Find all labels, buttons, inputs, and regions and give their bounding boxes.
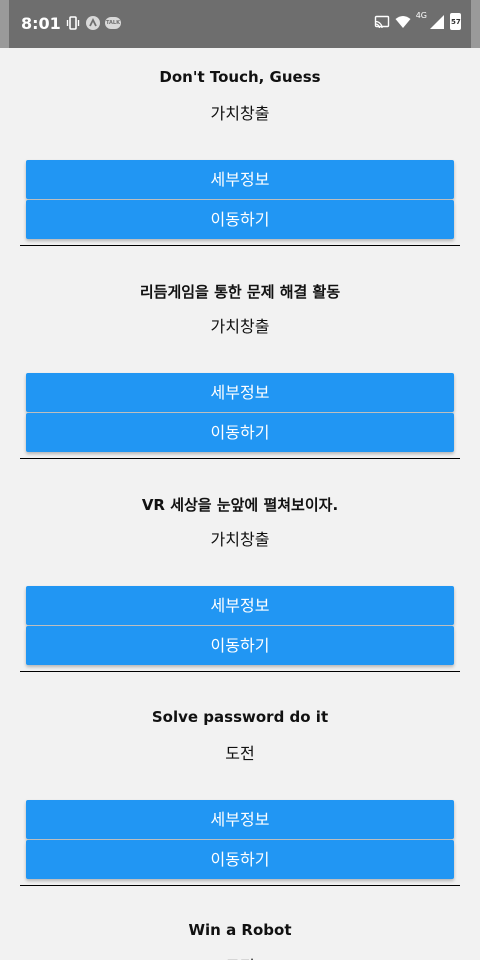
activity-title: Solve password do it	[151, 708, 329, 726]
activity-category: 도전	[9, 953, 471, 960]
detail-button[interactable]: 세부정보	[26, 800, 454, 839]
activity-category: 가치창출	[210, 530, 270, 549]
activity-title: Win a Robot	[188, 921, 292, 939]
wifi-icon	[395, 14, 411, 30]
status-bar: 8:01 TALK 4G 57	[0, 0, 480, 48]
detail-button[interactable]: 세부정보	[26, 586, 454, 625]
go-button[interactable]: 이동하기	[26, 200, 454, 239]
phone-screen: 8:01 TALK 4G 57 Don't Touch, Guess 가치창출 …	[0, 0, 480, 960]
network-type-label: 4G	[415, 11, 427, 20]
status-system-icons: 4G 57	[374, 11, 461, 30]
talk-notification-icon: TALK	[105, 17, 121, 29]
battery-icon: 57	[450, 13, 461, 30]
card-divider	[20, 458, 460, 459]
signal-icon	[429, 14, 445, 30]
status-bar-inner: 8:01 TALK 4G 57	[9, 0, 471, 48]
activity-category: 도전	[225, 744, 255, 763]
detail-button[interactable]: 세부정보	[26, 160, 454, 199]
vibrate-icon	[65, 15, 81, 31]
go-button[interactable]: 이동하기	[26, 413, 454, 452]
activity-list[interactable]: Don't Touch, Guess 가치창출 세부정보 이동하기 리듬게임을 …	[9, 48, 471, 960]
activity-title: VR 세상을 눈앞에 펼쳐보이자.	[141, 496, 339, 514]
status-time: 8:01	[21, 14, 61, 33]
go-button[interactable]: 이동하기	[26, 626, 454, 665]
app-notification-icon	[86, 16, 100, 30]
card-divider	[20, 671, 460, 672]
cast-icon	[374, 14, 390, 30]
activity-category: 가치창출	[210, 317, 270, 336]
detail-button[interactable]: 세부정보	[26, 373, 454, 412]
status-notification-icons: TALK	[65, 15, 121, 31]
activity-title: 리듬게임을 통한 문제 해결 활동	[139, 283, 341, 301]
card-divider	[20, 885, 460, 886]
activity-title: Don't Touch, Guess	[159, 68, 321, 86]
activity-category: 가치창출	[210, 104, 270, 123]
card-divider	[20, 245, 460, 246]
go-button[interactable]: 이동하기	[26, 840, 454, 879]
